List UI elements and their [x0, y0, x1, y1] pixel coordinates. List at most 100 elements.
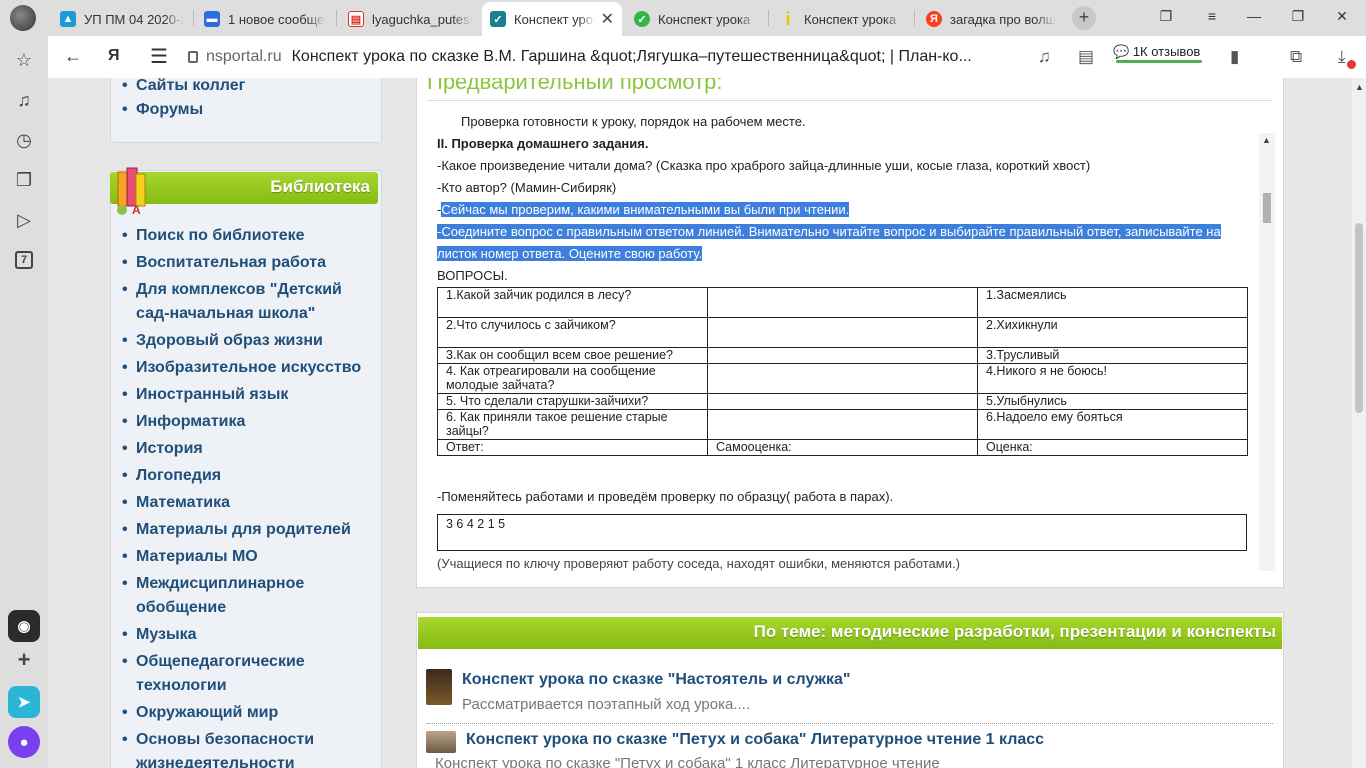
tab-3[interactable]: ▤ lyaguchka_puteshestvennica	[340, 2, 480, 36]
notifications-bell-icon[interactable]: ♫	[12, 88, 36, 112]
menu-icon[interactable]: ≡	[1202, 8, 1222, 24]
library-link[interactable]: • Материалы МО	[122, 545, 258, 569]
doc-line: -Кто автор? (Мамин-Сибиряк)	[437, 180, 617, 195]
profile-avatar[interactable]	[10, 5, 36, 31]
related-thumbnail[interactable]	[426, 731, 456, 753]
scroll-down-icon[interactable]: ▼	[1262, 569, 1271, 571]
related-link[interactable]: Конспект урока по сказке "Петух и собака…	[466, 731, 1044, 749]
page-vertical-scrollbar[interactable]: ▲	[1352, 78, 1366, 768]
info-icon: i	[785, 8, 791, 29]
document-content: Проверка готовности к уроку, порядок на …	[437, 111, 1248, 571]
video-play-icon[interactable]: ▷	[12, 208, 36, 232]
download-badge	[1347, 60, 1356, 69]
collections-icon[interactable]: ❐	[12, 168, 36, 192]
tab-5[interactable]: ✓ Конспект урока	[626, 2, 766, 36]
library-link[interactable]: • История	[122, 437, 203, 461]
library-link[interactable]: • Междисциплинарное	[122, 572, 304, 596]
protect-icon[interactable]: ⧉	[1290, 47, 1302, 67]
tab-list-icon[interactable]: ❐	[1156, 8, 1176, 25]
table-cell	[707, 347, 978, 364]
check-circle-icon: ✓	[634, 11, 650, 27]
table-cell: 5.Улыбнулись	[977, 393, 1248, 410]
sidebar-link-colleagues[interactable]: • Сайты коллег	[122, 78, 245, 98]
document-viewer[interactable]: Проверка готовности к уроку, порядок на …	[417, 101, 1279, 571]
scroll-thumb[interactable]	[1263, 193, 1271, 223]
minimize-icon[interactable]: —	[1244, 8, 1264, 24]
tab-6[interactable]: i Конспект урока	[772, 2, 912, 36]
new-tab-button[interactable]: +	[1072, 6, 1096, 30]
tab-label: 1 новое сообщение	[228, 11, 326, 27]
table-cell: 5. Что сделали старушки-зайчихи?	[437, 393, 708, 410]
table-cell: 2.Что случилось с зайчиком?	[437, 317, 708, 348]
library-link[interactable]: жизнедеятельности	[122, 752, 295, 768]
reviews-button[interactable]: 💬 1К отзывов	[1113, 44, 1200, 60]
library-link[interactable]: • Общепедагогические	[122, 650, 305, 674]
library-link[interactable]: • Воспитательная работа	[122, 251, 326, 275]
favorites-star-icon[interactable]: ☆	[12, 48, 36, 72]
table-cell	[707, 317, 978, 348]
tab-4-active[interactable]: ✓ Конспект урока ✕	[482, 2, 622, 36]
telegram-icon[interactable]: ➤	[8, 686, 40, 718]
library-link[interactable]: обобщение	[122, 596, 226, 620]
related-description: Рассматривается поэтапный ход урока....	[462, 696, 750, 713]
library-link[interactable]: • Иностранный язык	[122, 383, 288, 407]
download-icon[interactable]: ⤓	[1338, 47, 1346, 67]
library-link[interactable]: • Музыка	[122, 623, 197, 647]
doc-line: -Поменяйтесь работами и проведём проверк…	[437, 489, 894, 504]
library-link-label: Музыка	[136, 626, 197, 643]
library-link[interactable]: сад-начальная школа"	[122, 302, 315, 326]
tab-label: Конспект урока	[804, 11, 897, 27]
table-row: 3.Как он сообщил всем свое решение? 3.Тру…	[437, 347, 1248, 364]
address-bar: ← Я ☰ nsportal.ru Конспект урока по сказ…	[48, 36, 1366, 78]
library-link[interactable]: • Здоровый образ жизни	[122, 329, 323, 353]
table-row: 6. Как приняли такое решение старые зайц…	[437, 409, 1248, 440]
alice-icon[interactable]: ●	[8, 726, 40, 758]
table-cell: 4. Как отреагировали на сообщение молоды…	[437, 363, 708, 394]
library-link-label: Материалы для родителей	[136, 521, 351, 538]
tab-2[interactable]: ▬ 1 новое сообщение	[196, 2, 334, 36]
lock-icon	[188, 51, 198, 63]
library-link[interactable]: • Логопедия	[122, 464, 221, 488]
scroll-up-icon[interactable]: ▲	[1262, 135, 1271, 145]
back-arrow-icon[interactable]: ←	[64, 46, 82, 67]
yandex-logo-icon[interactable]: Я	[108, 47, 120, 65]
library-link[interactable]: технологии	[122, 674, 227, 698]
tab-7[interactable]: Я загадка про волшебство	[918, 2, 1064, 36]
table-cell	[707, 287, 978, 318]
headphones-icon[interactable]: ♫	[1038, 47, 1051, 67]
table-cell: Ответ:	[437, 439, 708, 456]
related-link[interactable]: Конспект урока по сказке "Настоятель и с…	[462, 671, 850, 689]
table-cell: Оценка:	[977, 439, 1248, 456]
library-link[interactable]: • Изобразительное искусство	[122, 356, 361, 380]
table-cell: Самооценка:	[707, 439, 978, 456]
pdf-icon: ▤	[348, 11, 364, 27]
calendar-icon[interactable]: 7	[12, 248, 36, 272]
close-tab-icon[interactable]: ✕	[601, 9, 614, 29]
close-window-icon[interactable]: ✕	[1332, 8, 1352, 25]
tab-1[interactable]: ▲ УП ПМ 04 2020-2	[52, 2, 192, 36]
library-link[interactable]: • Для комплексов "Детский	[122, 278, 342, 302]
alice-record-icon[interactable]: ◉	[8, 610, 40, 642]
related-thumbnail[interactable]	[426, 669, 452, 705]
classroom-icon: ▲	[60, 11, 76, 27]
sidebar-link-forums[interactable]: • Форумы	[122, 98, 203, 122]
scroll-up-icon[interactable]: ▲	[1355, 82, 1364, 92]
library-link[interactable]: • Поиск по библиотеке	[122, 224, 305, 248]
doc-vertical-scrollbar[interactable]: ▲ ▼	[1259, 133, 1275, 571]
reader-mode-icon[interactable]: ▤	[1078, 47, 1094, 67]
library-link[interactable]: • Основы безопасности	[122, 728, 314, 752]
bookmark-icon[interactable]: ▮	[1230, 47, 1239, 67]
restore-icon[interactable]: ❐	[1288, 8, 1308, 25]
library-link[interactable]: • Окружающий мир	[122, 701, 278, 725]
selected-text: листок номер ответа. Оцените свою работу…	[437, 246, 703, 261]
refresh-icon[interactable]: ☰	[150, 44, 168, 69]
add-app-icon[interactable]: +	[8, 644, 40, 676]
doc-heading: II. Проверка домашнего задания.	[437, 136, 649, 151]
library-link[interactable]: • Математика	[122, 491, 230, 515]
page-content: • Сайты коллег • Форумы Библиотека A • Поис…	[48, 78, 1352, 768]
history-clock-icon[interactable]: ◷	[12, 128, 36, 152]
library-link[interactable]: • Материалы для родителей	[122, 518, 351, 542]
library-link-label: жизнедеятельности	[136, 755, 295, 768]
scroll-thumb[interactable]	[1355, 223, 1363, 413]
library-link[interactable]: • Информатика	[122, 410, 245, 434]
